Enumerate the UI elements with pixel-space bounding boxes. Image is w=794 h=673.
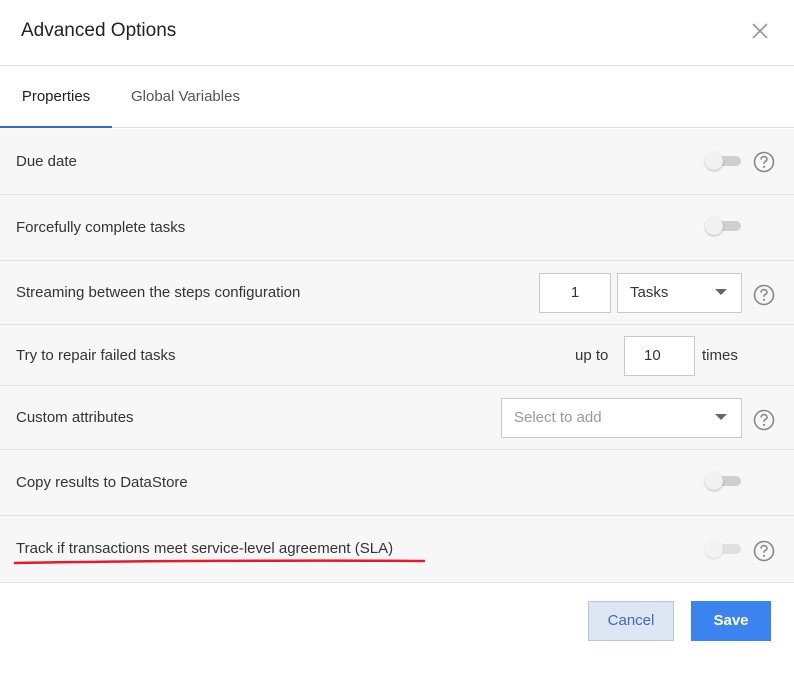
advanced-options-dialog: Advanced Options Properties Global Varia… bbox=[0, 0, 794, 673]
toggle-knob bbox=[705, 540, 723, 558]
custom-attributes-placeholder: Select to add bbox=[514, 409, 602, 426]
option-row-force-complete: Forcefully complete tasks bbox=[0, 195, 794, 261]
tab-bar: Properties Global Variables bbox=[0, 66, 794, 128]
sla-toggle[interactable] bbox=[705, 540, 741, 558]
option-row-copy-results: Copy results to DataStore bbox=[0, 450, 794, 516]
toggle-knob bbox=[705, 152, 723, 170]
help-icon[interactable] bbox=[753, 151, 775, 173]
streaming-count-input[interactable]: 1 bbox=[539, 273, 611, 313]
annotation-underline bbox=[14, 559, 426, 565]
tab-global-variables[interactable]: Global Variables bbox=[131, 66, 240, 128]
chevron-down-icon bbox=[715, 414, 727, 420]
toggle-knob bbox=[705, 472, 723, 490]
help-icon[interactable] bbox=[753, 540, 775, 562]
custom-attributes-select[interactable]: Select to add bbox=[501, 398, 742, 438]
sla-label: Track if transactions meet service-level… bbox=[16, 540, 394, 557]
chevron-down-icon bbox=[715, 289, 727, 295]
force-complete-label: Forcefully complete tasks bbox=[16, 219, 186, 236]
dialog-title: Advanced Options bbox=[21, 20, 177, 41]
copy-results-label: Copy results to DataStore bbox=[16, 474, 188, 491]
help-icon[interactable] bbox=[753, 409, 775, 431]
option-row-custom-attributes: Custom attributes Select to add bbox=[0, 386, 794, 450]
help-icon[interactable] bbox=[753, 284, 775, 306]
close-icon[interactable] bbox=[750, 21, 770, 41]
cancel-button[interactable]: Cancel bbox=[588, 601, 674, 641]
due-date-label: Due date bbox=[16, 153, 77, 170]
custom-attributes-label: Custom attributes bbox=[16, 409, 134, 426]
toggle-knob bbox=[705, 217, 723, 235]
tab-properties[interactable]: Properties bbox=[0, 66, 112, 128]
option-row-due-date: Due date bbox=[0, 129, 794, 195]
repair-suffix: times bbox=[702, 347, 738, 364]
repair-prefix: up to bbox=[575, 347, 609, 364]
option-row-sla: Track if transactions meet service-level… bbox=[0, 516, 794, 583]
due-date-toggle[interactable] bbox=[705, 152, 741, 170]
streaming-unit-select[interactable]: Tasks bbox=[617, 273, 742, 313]
dialog-footer: Cancel Save bbox=[0, 583, 794, 673]
streaming-unit-value: Tasks bbox=[630, 284, 669, 301]
repair-attempts-input[interactable]: 10 bbox=[624, 336, 695, 376]
option-row-repair: Try to repair failed tasks up to 10 time… bbox=[0, 325, 794, 386]
option-row-streaming: Streaming between the steps configuratio… bbox=[0, 261, 794, 325]
streaming-label: Streaming between the steps configuratio… bbox=[16, 284, 301, 301]
force-complete-toggle[interactable] bbox=[705, 217, 741, 235]
dialog-header: Advanced Options bbox=[0, 0, 794, 66]
repair-label: Try to repair failed tasks bbox=[16, 347, 176, 364]
save-button[interactable]: Save bbox=[691, 601, 771, 641]
copy-results-toggle[interactable] bbox=[705, 472, 741, 490]
